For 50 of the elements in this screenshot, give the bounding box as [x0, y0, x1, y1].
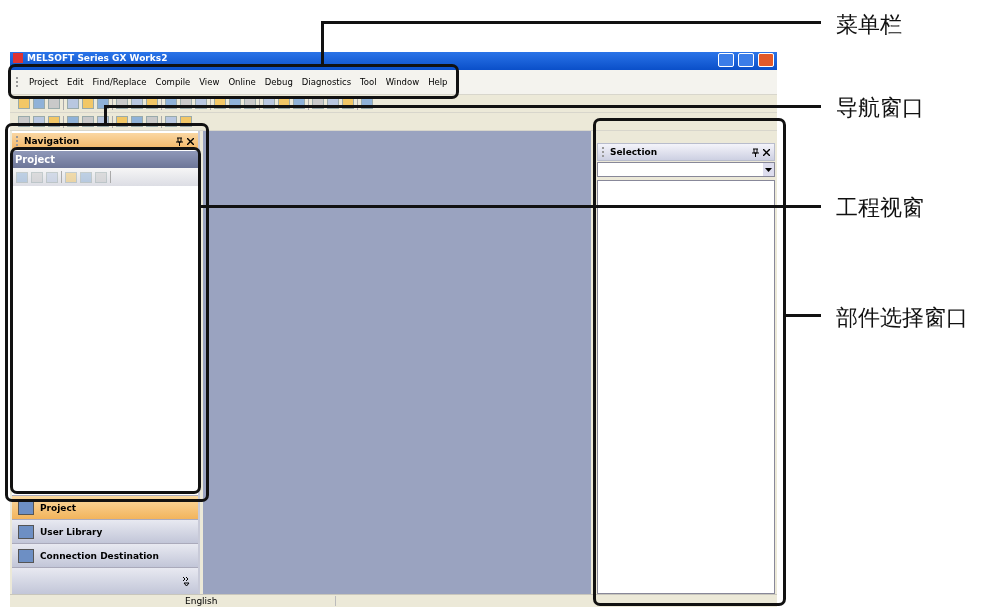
maximize-button[interactable] — [738, 53, 754, 67]
window-title: MELSOFT Series GX Works2 — [27, 53, 169, 63]
menu-item[interactable]: Edit — [67, 77, 84, 87]
menu-item[interactable]: Help — [428, 77, 448, 87]
tool-icon[interactable] — [48, 116, 60, 127]
tool-icon[interactable] — [18, 116, 30, 127]
navigation-button[interactable]: Connection Destination — [12, 543, 198, 567]
navigation-button[interactable]: User Library — [12, 519, 198, 543]
dropdown-field[interactable] — [597, 162, 775, 177]
menu-item[interactable]: Compile — [155, 77, 191, 87]
menu-item[interactable]: Tool — [360, 77, 377, 87]
close-icon[interactable] — [763, 148, 770, 156]
menu-item[interactable]: Window — [385, 77, 420, 87]
callout-label: 工程视窗 — [836, 194, 924, 222]
tool-icon[interactable] — [67, 98, 79, 109]
app-logo-icon — [13, 53, 23, 63]
caret-icon — [765, 167, 772, 172]
minimize-button[interactable] — [718, 53, 734, 67]
menu-item[interactable]: Find/Replace — [92, 77, 147, 87]
pin-icon[interactable] — [176, 136, 183, 146]
callout-label: 部件选择窗口 — [836, 304, 968, 332]
callout-label: 导航窗口 — [836, 94, 924, 122]
menu-item[interactable]: Project — [29, 77, 59, 87]
tool-icon[interactable] — [18, 98, 30, 109]
tool-icon[interactable] — [82, 116, 94, 127]
chevron-icon[interactable] — [183, 576, 190, 586]
pin-icon[interactable] — [752, 147, 759, 157]
tool-icon[interactable] — [67, 116, 79, 127]
folder-icon — [18, 524, 34, 539]
tool-icon[interactable] — [33, 98, 45, 109]
panel-title: Navigation — [24, 136, 81, 146]
project-view-title: Project — [12, 151, 198, 168]
tool-icon[interactable] — [116, 116, 128, 127]
callout-label: 菜单栏 — [836, 11, 902, 39]
tool-icon[interactable] — [82, 98, 94, 109]
status-language: English — [185, 596, 336, 606]
tool-icon[interactable] — [146, 116, 158, 127]
folder-icon — [18, 548, 34, 563]
close-button[interactable] — [758, 53, 774, 67]
tool-icon[interactable] — [48, 98, 60, 109]
panel-title: Selection — [610, 147, 659, 157]
menu-item[interactable]: Diagnostics — [301, 77, 352, 87]
tool-icon[interactable] — [33, 116, 45, 127]
menu-item[interactable]: Debug — [264, 77, 293, 87]
menu-item[interactable]: View — [199, 77, 220, 87]
menu-item[interactable]: Online — [228, 77, 256, 87]
tool-icon[interactable] — [165, 116, 177, 127]
tool-icon[interactable] — [131, 116, 143, 127]
close-icon[interactable] — [187, 137, 194, 145]
tool-icon[interactable] — [180, 116, 192, 127]
